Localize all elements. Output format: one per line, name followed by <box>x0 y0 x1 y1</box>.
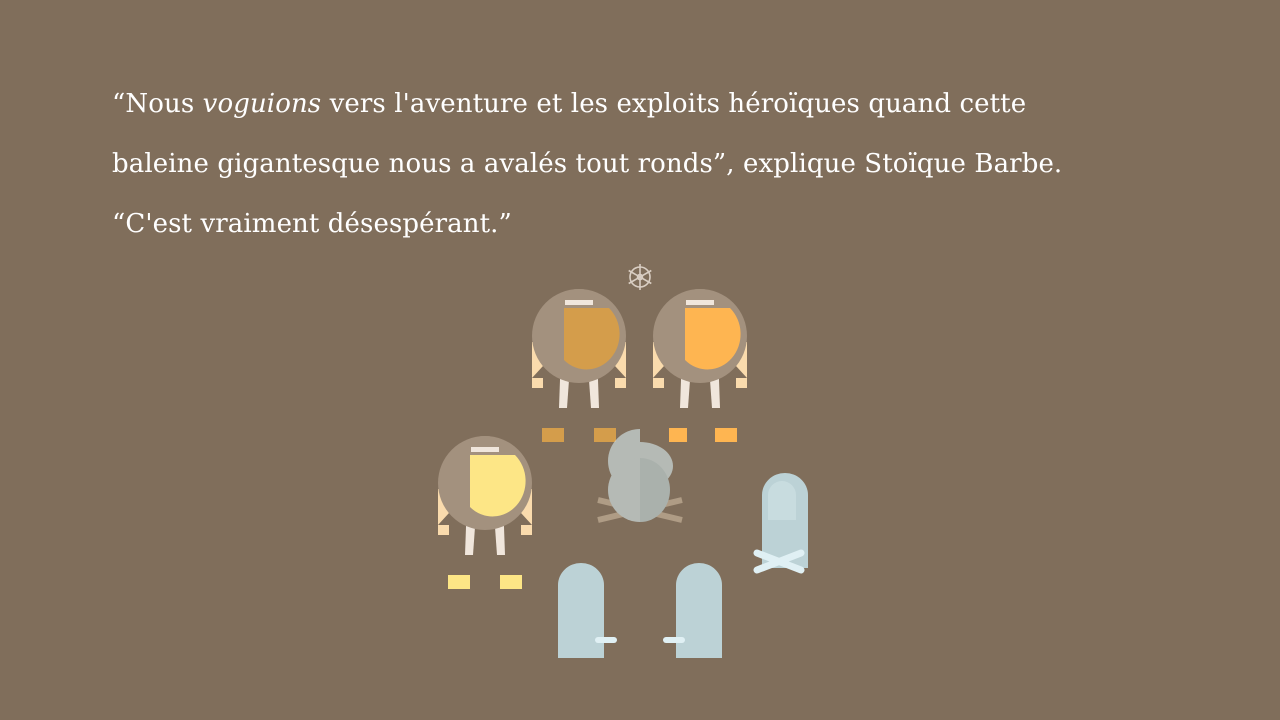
ship-wheel-icon[interactable] <box>628 264 652 290</box>
sailor-orange-beard[interactable] <box>653 289 747 442</box>
sailor-dark-beard[interactable] <box>532 289 626 443</box>
scene-illustration <box>438 264 808 658</box>
ghost-sailor-right[interactable] <box>753 473 808 574</box>
ghost-sailor-bottom-right[interactable] <box>663 563 722 658</box>
sailor-yellow-beard[interactable] <box>438 436 532 589</box>
ghost-sailor-bottom-left[interactable] <box>558 563 617 658</box>
